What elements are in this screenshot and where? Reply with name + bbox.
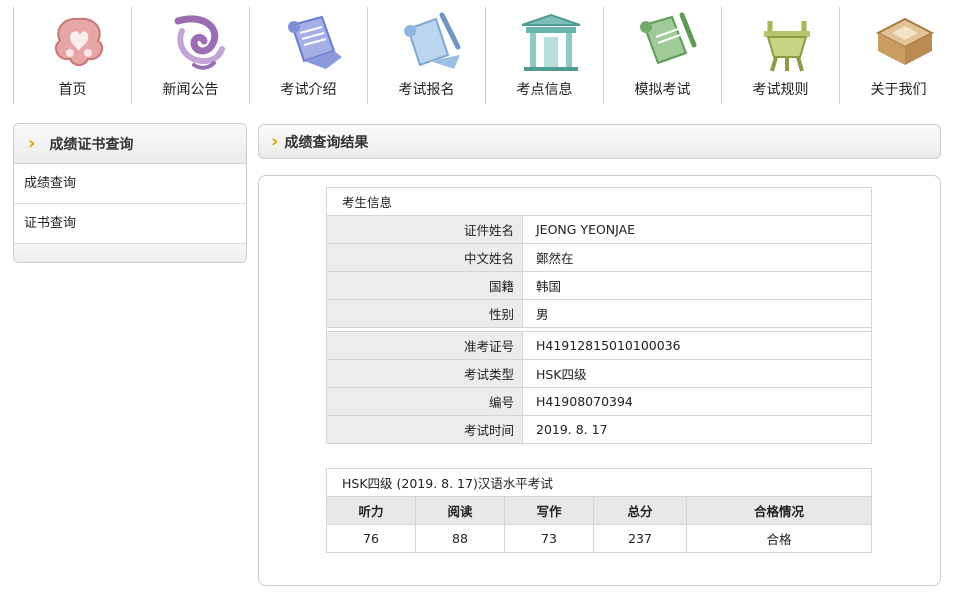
nav-item-exam-rules[interactable]: 考试规则 bbox=[721, 7, 839, 104]
nav-label: 考试规则 bbox=[752, 82, 809, 98]
column-header-pass-status: 合格情况 bbox=[686, 496, 872, 525]
field-label: 中文姓名 bbox=[326, 243, 523, 272]
home-cloud-icon bbox=[54, 17, 104, 66]
nav-label: 考点信息 bbox=[516, 82, 573, 98]
nav-label: 新闻公告 bbox=[162, 82, 219, 98]
field-label: 证件姓名 bbox=[326, 215, 523, 244]
sidebar-item-score-query[interactable]: 成绩查询 bbox=[14, 164, 246, 204]
field-value: 韩国 bbox=[522, 271, 872, 300]
nav-item-home[interactable]: 首页 bbox=[13, 7, 131, 104]
page-title: 成绩查询结果 bbox=[284, 134, 369, 151]
nav-label: 考试介绍 bbox=[280, 82, 337, 98]
writing-score: 73 bbox=[504, 524, 594, 553]
field-label: 考试类型 bbox=[326, 359, 523, 388]
nav-label: 模拟考试 bbox=[634, 82, 691, 98]
table-row: 准考证号 H41912815010100036 bbox=[326, 331, 872, 360]
nav-item-registration[interactable]: 考试报名 bbox=[367, 7, 485, 104]
table-row: 编号 H41908070394 bbox=[326, 387, 872, 416]
table-row: 性别 男 bbox=[326, 299, 872, 328]
column-header-total: 总分 bbox=[593, 496, 687, 525]
field-label: 准考证号 bbox=[326, 331, 523, 360]
nav-item-mock-exam[interactable]: 模拟考试 bbox=[603, 7, 721, 104]
field-value: 男 bbox=[522, 299, 872, 328]
field-value: 2019. 8. 17 bbox=[522, 415, 872, 444]
reading-score: 88 bbox=[415, 524, 505, 553]
nav-item-test-centers[interactable]: 考点信息 bbox=[485, 7, 603, 104]
total-score: 237 bbox=[593, 524, 687, 553]
sidebar-footer bbox=[14, 244, 246, 262]
nav-label: 关于我们 bbox=[870, 82, 927, 98]
register-scroll-icon bbox=[404, 12, 461, 69]
field-label: 性别 bbox=[326, 299, 523, 328]
field-label: 编号 bbox=[326, 387, 523, 416]
score-header-row: 听力 阅读 写作 总分 合格情况 bbox=[326, 496, 872, 525]
score-table-title: HSK四级 (2019. 8. 17)汉语水平考试 bbox=[326, 468, 872, 497]
nav-item-news[interactable]: 新闻公告 bbox=[131, 7, 249, 104]
field-value: 鄭然在 bbox=[522, 243, 872, 272]
test-center-gate-icon bbox=[521, 13, 581, 71]
field-value: JEONG YEONJAE bbox=[522, 215, 872, 244]
nav-label: 考试报名 bbox=[398, 82, 455, 98]
nav-item-exam-intro[interactable]: 考试介绍 bbox=[249, 7, 367, 104]
score-table: HSK四级 (2019. 8. 17)汉语水平考试 听力 阅读 写作 总分 合格… bbox=[326, 468, 872, 553]
sidebar-title: 成绩证书查询 bbox=[49, 136, 134, 153]
news-swirl-icon bbox=[174, 15, 225, 70]
table-row: 考试类型 HSK四级 bbox=[326, 359, 872, 388]
score-value-row: 76 88 73 237 合格 bbox=[326, 524, 872, 553]
column-header-reading: 阅读 bbox=[415, 496, 505, 525]
exam-scroll-icon bbox=[288, 15, 342, 69]
main-header: › 成绩查询结果 bbox=[258, 124, 941, 159]
field-value: HSK四级 bbox=[522, 359, 872, 388]
nav-label: 首页 bbox=[58, 82, 87, 98]
rules-tripod-icon bbox=[764, 21, 810, 72]
sidebar-header: › 成绩证书查询 bbox=[14, 124, 246, 164]
table-row: 中文姓名 鄭然在 bbox=[326, 243, 872, 272]
column-header-listening: 听力 bbox=[326, 496, 416, 525]
candidate-info-header: 考生信息 bbox=[326, 187, 872, 216]
table-row: 国籍 韩国 bbox=[326, 271, 872, 300]
mock-exam-scroll-icon bbox=[640, 12, 697, 65]
chevron-right-icon: › bbox=[28, 133, 36, 154]
field-label: 考试时间 bbox=[326, 415, 523, 444]
listening-score: 76 bbox=[326, 524, 416, 553]
nav-item-about-us[interactable]: 关于我们 bbox=[839, 7, 957, 104]
sidebar: › 成绩证书查询 成绩查询 证书查询 bbox=[13, 123, 247, 263]
candidate-info-table: 考生信息 证件姓名 JEONG YEONJAE 中文姓名 鄭然在 国籍 韩国 性… bbox=[326, 187, 872, 444]
pass-status: 合格 bbox=[686, 524, 872, 553]
field-value: H41908070394 bbox=[522, 387, 872, 416]
top-navigation: 首页 新闻公告 考试介绍 考试报名 考点信息 模拟考试 考试规则 关于我们 bbox=[13, 7, 960, 104]
table-row: 考试时间 2019. 8. 17 bbox=[326, 415, 872, 444]
field-label: 国籍 bbox=[326, 271, 523, 300]
chevron-right-icon: › bbox=[271, 131, 279, 152]
table-row: 证件姓名 JEONG YEONJAE bbox=[326, 215, 872, 244]
field-value: H41912815010100036 bbox=[522, 331, 872, 360]
about-box-icon bbox=[875, 17, 935, 65]
column-header-writing: 写作 bbox=[504, 496, 594, 525]
sidebar-item-certificate-query[interactable]: 证书查询 bbox=[14, 204, 246, 244]
